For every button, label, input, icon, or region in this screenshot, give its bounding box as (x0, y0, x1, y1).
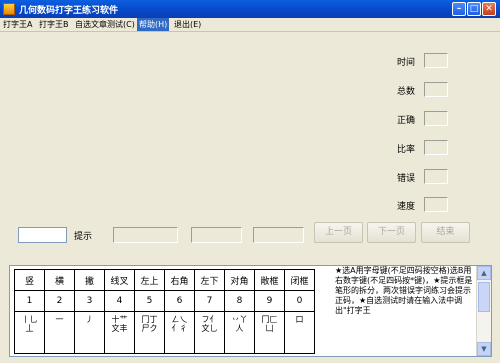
key-number: 0 (284, 290, 315, 312)
stroke-name-3: 撇 (74, 269, 105, 291)
key-number: 2 (44, 290, 75, 312)
menu-typing-king-a[interactable]: 打字王A (1, 18, 34, 31)
maximize-button[interactable]: □ (467, 2, 481, 16)
title-bar[interactable]: 几何数码打字王练习软件 – □ ✕ (0, 0, 500, 18)
ratio-label: 比率 (397, 145, 416, 155)
end-button[interactable]: 结束 (421, 222, 470, 243)
stroke-examples: 丷丫 人 (224, 311, 255, 354)
key-number: 3 (74, 290, 105, 312)
stroke-examples: ㄥ乀 亻彳 (164, 311, 195, 354)
stroke-name-6: 右角 (164, 269, 195, 291)
notes-scrollbar[interactable]: ▲ ▼ (476, 266, 491, 356)
scroll-down-arrow-icon[interactable]: ▼ (477, 342, 491, 356)
key-number: 7 (194, 290, 225, 312)
reference-panel: 竖 横 撇 线叉 左上 右角 左下 对角 敞框 闭框 1 2 3 4 5 6 7… (9, 265, 492, 357)
time-value (424, 53, 448, 68)
key-number: 8 (224, 290, 255, 312)
prev-page-button[interactable]: 上一页 (314, 222, 363, 243)
hint-field-2 (191, 227, 242, 243)
stroke-examples: 丨乚 丄 (14, 311, 45, 354)
stroke-name-8: 对角 (224, 269, 255, 291)
stroke-name-4: 线叉 (104, 269, 135, 291)
menu-help[interactable]: 帮助(H) (137, 18, 170, 31)
stroke-examples: 冂丁 尸ク (134, 311, 165, 354)
hint-label: 提示 (74, 232, 93, 242)
stroke-examples: フ亻 文乚 (194, 311, 225, 354)
stroke-examples: 丿 (74, 311, 105, 354)
stroke-key-table: 竖 横 撇 线叉 左上 右角 左下 对角 敞框 闭框 1 2 3 4 5 6 7… (14, 269, 315, 354)
scroll-thumb[interactable] (478, 282, 490, 312)
total-value (424, 82, 448, 97)
typing-area (0, 32, 390, 220)
stroke-name-0: 闭框 (284, 269, 315, 291)
error-label: 错误 (397, 174, 416, 184)
scroll-up-arrow-icon[interactable]: ▲ (477, 266, 491, 280)
stroke-name-5: 左上 (134, 269, 165, 291)
key-number: 4 (104, 290, 135, 312)
stroke-examples: 口 (284, 311, 315, 354)
app-icon (3, 3, 15, 15)
instructions-text: ★选A用字母键(不足四码按空格)选B用右数字键(不足四码按*键)，★提示框是笔形… (335, 266, 473, 315)
stroke-name-7: 左下 (194, 269, 225, 291)
hint-field-1 (113, 227, 178, 243)
key-number: 6 (164, 290, 195, 312)
stroke-examples: 冂匚 凵 (254, 311, 285, 354)
close-button[interactable]: ✕ (482, 2, 496, 16)
key-number: 5 (134, 290, 165, 312)
stroke-name-9: 敞框 (254, 269, 285, 291)
correct-value (424, 111, 448, 126)
time-label: 时间 (397, 58, 416, 68)
speed-label: 速度 (397, 202, 416, 212)
next-page-button[interactable]: 下一页 (367, 222, 416, 243)
total-label: 总数 (397, 87, 416, 97)
ratio-value (424, 140, 448, 155)
typing-input[interactable] (18, 227, 67, 243)
stroke-name-1: 竖 (14, 269, 45, 291)
window-title: 几何数码打字王练习软件 (19, 6, 119, 16)
minimize-button[interactable]: – (452, 2, 466, 16)
speed-value (424, 197, 448, 212)
menu-exit[interactable]: 退出(E) (172, 18, 203, 31)
key-number: 1 (14, 290, 45, 312)
stroke-name-2: 横 (44, 269, 75, 291)
menu-bar: 打字王A 打字王B 自选文章测试(C) 帮助(H) 退出(E) (0, 18, 500, 32)
stroke-examples: 一 (44, 311, 75, 354)
error-value (424, 169, 448, 184)
menu-custom-test[interactable]: 自选文章测试(C) (73, 18, 137, 31)
key-number: 9 (254, 290, 285, 312)
correct-label: 正确 (397, 116, 416, 126)
hint-field-3 (253, 227, 304, 243)
menu-typing-king-b[interactable]: 打字王B (37, 18, 71, 31)
stroke-examples: 十艹 文丰 (104, 311, 135, 354)
